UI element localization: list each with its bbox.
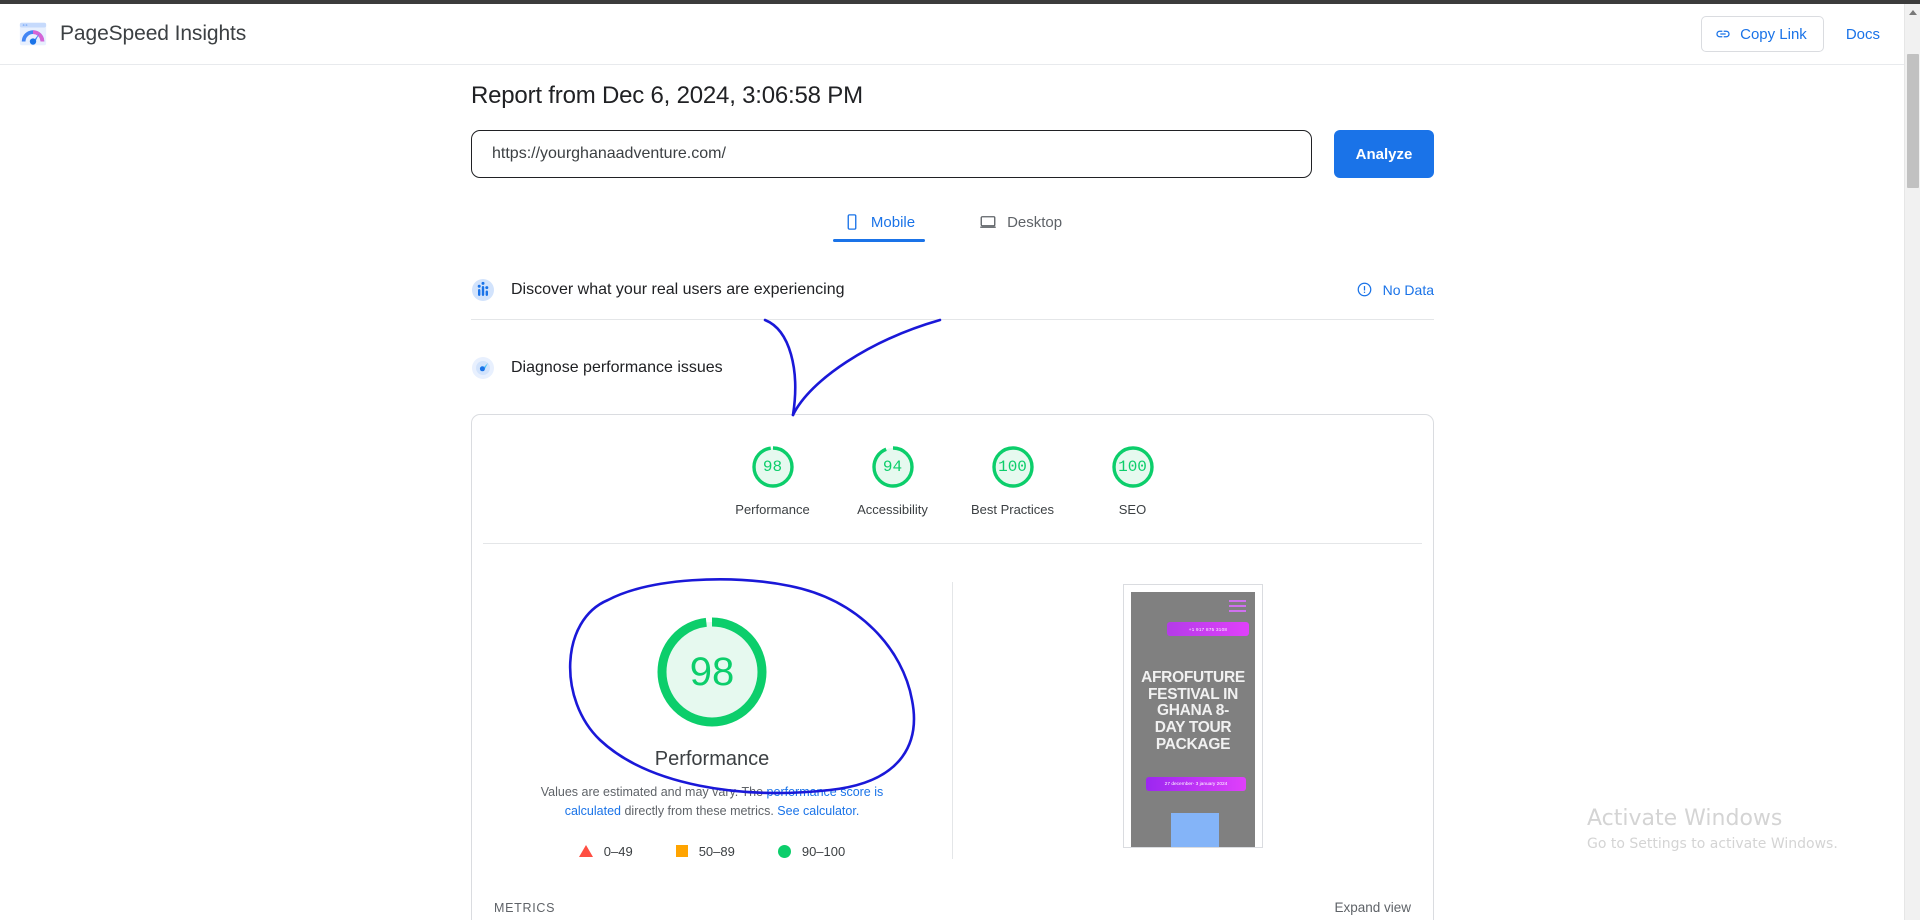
- main-content: Report from Dec 6, 2024, 3:06:58 PM Anal…: [0, 65, 1900, 920]
- brand[interactable]: PageSpeed Insights: [0, 19, 246, 49]
- screenshot-blue-block: [1171, 813, 1219, 847]
- tab-desktop-label: Desktop: [1007, 213, 1063, 231]
- gauge-performance-label: Performance: [735, 502, 810, 517]
- hamburger-menu-icon: [1229, 600, 1246, 612]
- performance-gauge-label: Performance: [654, 748, 770, 770]
- circle-icon: [777, 844, 791, 858]
- lighthouse-results-card: 98 Performance 94 Accessibility 100 Best…: [471, 414, 1434, 920]
- gauge-performance-value: 98: [762, 458, 783, 476]
- gauge-best-practices-ring: 100: [991, 445, 1035, 489]
- expand-view-button[interactable]: Expand view: [1334, 900, 1411, 915]
- gauge-accessibility-ring: 94: [871, 445, 915, 489]
- copy-link-label: Copy Link: [1740, 25, 1807, 43]
- section-field-data-status: No Data: [1357, 282, 1434, 298]
- gauge-performance-ring: 98: [751, 445, 795, 489]
- lighthouse-icon: [472, 357, 494, 379]
- performance-note-prefix: Values are estimated and may vary. The: [540, 785, 767, 799]
- watermark-subtitle: Go to Settings to activate Windows.: [1587, 836, 1838, 853]
- report-column: Report from Dec 6, 2024, 3:06:58 PM Anal…: [471, 65, 1434, 920]
- scrollbar-thumb[interactable]: [1907, 54, 1919, 188]
- gauge-best-practices-value: 100: [998, 458, 1027, 476]
- section-field-data: Discover what your real users are experi…: [471, 260, 1434, 320]
- gauge-seo-value: 100: [1118, 458, 1147, 476]
- screenshot-heading: AFROFUTURE FESTIVAL IN GHANA 8- DAY TOUR…: [1141, 669, 1245, 753]
- docs-link[interactable]: Docs: [1846, 26, 1880, 43]
- tab-mobile[interactable]: Mobile: [832, 207, 926, 242]
- legend-item-average: 50–89: [675, 843, 735, 859]
- legend-range-good: 90–100: [801, 843, 846, 859]
- phone-badge: +1 917 875 3108: [1167, 622, 1249, 636]
- category-score-gauges: 98 Performance 94 Accessibility 100 Best…: [483, 415, 1422, 544]
- screenshot-image: +1 917 875 3108 AFROFUTURE FESTIVAL IN G…: [1131, 592, 1255, 847]
- scroll-up-arrow-icon[interactable]: [1905, 4, 1920, 21]
- vertical-scrollbar[interactable]: [1904, 4, 1920, 920]
- see-calculator-link[interactable]: See calculator.: [777, 804, 859, 818]
- gauge-performance[interactable]: 98 Performance: [713, 445, 833, 517]
- legend-range-average: 50–89: [698, 843, 735, 859]
- page-title: Report from Dec 6, 2024, 3:06:58 PM: [471, 82, 863, 109]
- screenshot-panel: +1 917 875 3108 AFROFUTURE FESTIVAL IN G…: [953, 582, 1433, 859]
- mobile-icon: [847, 214, 857, 230]
- performance-gauge-value: 98: [689, 649, 735, 694]
- performance-note-middle: directly from these metrics.: [621, 804, 778, 819]
- watermark-title: Activate Windows: [1587, 806, 1783, 831]
- date-badge: 27 december- 3 january 2024: [1146, 777, 1246, 791]
- no-data-status: No Data: [1382, 281, 1434, 298]
- gauge-seo-ring: 100: [1111, 445, 1155, 489]
- url-form: Analyze: [471, 130, 1434, 178]
- gauge-accessibility-label: Accessibility: [857, 502, 928, 517]
- performance-note: Values are estimated and may vary. The p…: [512, 783, 912, 822]
- performance-summary: 98 Performance Values are estimated and …: [472, 582, 953, 859]
- performance-gauge-large: 98: [653, 613, 771, 731]
- tab-mobile-label: Mobile: [870, 213, 916, 231]
- pagespeed-insights-page: PageSpeed Insights Copy Link Docs Report…: [0, 0, 1920, 920]
- desktop-icon: [980, 216, 996, 228]
- info-icon[interactable]: [1357, 282, 1372, 297]
- triangle-icon: [578, 845, 593, 858]
- page-screenshot-thumbnail[interactable]: +1 917 875 3108 AFROFUTURE FESTIVAL IN G…: [1123, 584, 1263, 848]
- gauge-best-practices[interactable]: 100 Best Practices: [953, 445, 1073, 517]
- performance-hero: 98 Performance Values are estimated and …: [472, 544, 1433, 859]
- legend-range-poor: 0–49: [603, 843, 633, 859]
- header-actions: Copy Link Docs: [1701, 16, 1920, 52]
- gauge-seo[interactable]: 100 SEO: [1073, 445, 1193, 517]
- score-legend: 0–49 50–89 90–100: [578, 843, 846, 859]
- url-input[interactable]: [471, 130, 1312, 178]
- gauge-accessibility-value: 94: [882, 458, 903, 476]
- form-factor-tabs: Mobile Desktop: [471, 207, 1434, 242]
- link-icon: [1716, 30, 1730, 38]
- section-lighthouse: Diagnose performance issues: [471, 338, 1434, 398]
- windows-activation-watermark: Activate Windows Go to Settings to activ…: [1587, 806, 1838, 852]
- square-icon: [675, 845, 688, 858]
- app-header: PageSpeed Insights Copy Link Docs: [0, 4, 1920, 65]
- analyze-button[interactable]: Analyze: [1334, 130, 1434, 178]
- legend-item-good: 90–100: [777, 843, 846, 859]
- gauge-accessibility[interactable]: 94 Accessibility: [833, 445, 953, 517]
- tab-desktop[interactable]: Desktop: [969, 207, 1072, 242]
- metrics-bar: METRICS Expand view: [472, 880, 1433, 920]
- section-field-data-label: Discover what your real users are experi…: [511, 280, 845, 298]
- metrics-label: METRICS: [494, 900, 556, 915]
- brand-title: PageSpeed Insights: [60, 22, 247, 45]
- copy-link-button[interactable]: Copy Link: [1701, 16, 1824, 52]
- section-lighthouse-label: Diagnose performance issues: [511, 359, 723, 376]
- pagespeed-logo-icon: [19, 22, 47, 46]
- legend-item-poor: 0–49: [578, 843, 633, 859]
- gauge-seo-label: SEO: [1118, 502, 1147, 517]
- field-data-icon: [472, 278, 494, 301]
- gauge-best-practices-label: Best Practices: [970, 502, 1055, 517]
